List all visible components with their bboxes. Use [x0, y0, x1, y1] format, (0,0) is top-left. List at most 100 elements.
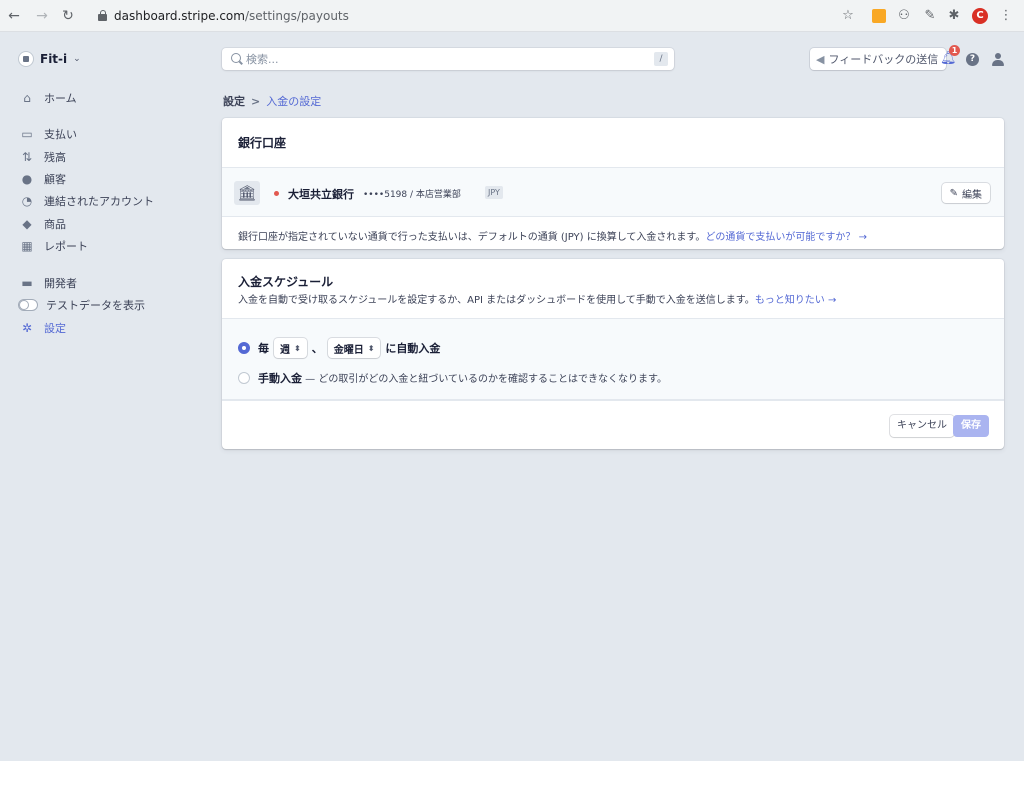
- sidebar-item-label: 顧客: [44, 173, 66, 186]
- search-input[interactable]: [246, 51, 646, 67]
- extension-icon-2[interactable]: ✎: [922, 8, 938, 24]
- day-select[interactable]: 金曜日 ⬍: [327, 338, 381, 358]
- megaphone-icon: ◀: [816, 52, 825, 66]
- save-button[interactable]: 保存: [953, 415, 989, 437]
- feedback-label: フィードバックの送信: [828, 53, 939, 66]
- edit-button[interactable]: ✎ 編集: [941, 183, 990, 203]
- lock-icon: [98, 10, 107, 21]
- dashboard: Fit-i ⌄ ⌂ ホーム ▭ 支払い ⇅ 残高 ● 顧客 ◔ 連結されたアカウ…: [0, 32, 1024, 761]
- manual-payout-option: 手動入金 — どの取引がどの入金と紐づいているのかを確認することはできなくなりま…: [258, 370, 667, 386]
- separator: 、: [311, 342, 323, 355]
- breadcrumb-separator: >: [251, 94, 261, 108]
- sidebar-item-home[interactable]: ⌂ ホーム: [20, 90, 77, 106]
- account-name: Fit-i: [40, 52, 68, 66]
- payout-schedule-card: 入金スケジュール 入金を自動で受け取るスケジュールを設定するか、API またはダ…: [222, 259, 1004, 449]
- balance-icon: ⇅: [21, 150, 33, 164]
- profile-avatar[interactable]: C: [972, 8, 988, 24]
- payments-icon: ▭: [21, 127, 33, 141]
- window-bottom-area: [0, 761, 1024, 787]
- sidebar-item-payments[interactable]: ▭ 支払い: [20, 126, 77, 142]
- developer-icon: ▬: [21, 276, 33, 290]
- sidebar-item-label: レポート: [44, 240, 88, 253]
- extension-network-icon[interactable]: ⚇: [896, 8, 912, 24]
- back-icon[interactable]: ←: [6, 8, 22, 24]
- auto-prefix: 毎: [258, 342, 269, 355]
- sidebar-item-label: 支払い: [44, 128, 77, 141]
- feedback-button[interactable]: ◀ フィードバックの送信: [810, 48, 947, 70]
- status-dot: [274, 191, 279, 196]
- search-bar[interactable]: /: [222, 48, 674, 70]
- edit-label: 編集: [962, 189, 982, 201]
- manual-label: 手動入金: [258, 372, 302, 385]
- auto-suffix: に自動入金: [385, 342, 441, 355]
- pencil-icon: ✎: [949, 187, 958, 199]
- interval-select[interactable]: 週 ⬍: [274, 338, 307, 358]
- sidebar-item-label: テストデータを表示: [46, 299, 145, 312]
- sidebar-item-label: 連結されたアカウント: [44, 195, 154, 208]
- breadcrumb-settings[interactable]: 設定: [223, 93, 245, 109]
- learn-more-link[interactable]: もっと知りたい →: [755, 295, 837, 306]
- sidebar-item-products[interactable]: ◆ 商品: [20, 216, 66, 232]
- browser-toolbar: ← → ↻ dashboard.stripe.com/settings/payo…: [0, 0, 1024, 32]
- test-data-toggle[interactable]: [18, 299, 38, 311]
- sidebar-item-label: ホーム: [44, 92, 77, 105]
- sidebar-item-customers[interactable]: ● 顧客: [20, 171, 66, 187]
- browser-menu-icon[interactable]: ⋮: [998, 8, 1014, 24]
- payout-schedule-title: 入金スケジュール: [238, 275, 334, 289]
- sidebar-item-label: 設定: [44, 322, 66, 335]
- customer-icon: ●: [21, 172, 33, 186]
- sidebar-item-label: 残高: [44, 151, 66, 164]
- extension-icon[interactable]: [872, 9, 886, 23]
- payout-schedule-header: 入金スケジュール 入金を自動で受け取るスケジュールを設定するか、API またはダ…: [222, 259, 1004, 318]
- currency-help-link[interactable]: どの通貨で支払いが可能ですか？ →: [705, 232, 867, 243]
- search-icon: [231, 53, 241, 63]
- form-actions: キャンセル 保存: [222, 400, 1004, 448]
- description-text: 入金を自動で受け取るスケジュールを設定するか、API またはダッシュボードを使用…: [238, 295, 755, 306]
- payout-schedule-description: 入金を自動で受け取るスケジュールを設定するか、API またはダッシュボードを使用…: [238, 291, 988, 306]
- url-path: /settings/payouts: [244, 9, 349, 23]
- home-icon: ⌂: [23, 91, 31, 105]
- user-icon[interactable]: [991, 52, 1005, 66]
- reload-icon[interactable]: ↻: [60, 8, 76, 24]
- day-value: 金曜日: [333, 344, 364, 356]
- bank-account-number: ••••5198 / 本店営業部: [363, 190, 461, 200]
- help-icon[interactable]: ?: [966, 53, 979, 66]
- puzzle-icon[interactable]: ✱: [946, 8, 962, 24]
- cancel-button[interactable]: キャンセル: [890, 415, 954, 437]
- updown-chevron-icon: ⬍: [294, 343, 301, 353]
- account-switcher[interactable]: Fit-i ⌄: [18, 51, 81, 67]
- manual-payout-radio[interactable]: [238, 372, 250, 384]
- product-icon: ◆: [22, 217, 32, 231]
- automatic-payout-option: 毎 週 ⬍ 、 金曜日 ⬍ に自動入金: [258, 338, 440, 358]
- bookmark-star-icon[interactable]: ☆: [840, 8, 856, 24]
- bank-account-card: 銀行口座 🏛︎ 大垣共立銀行 ••••5198 / 本店営業部 JPY ✎ 編集…: [222, 118, 1004, 249]
- sidebar-item-label: 商品: [44, 218, 66, 231]
- sidebar-item-connected-accounts[interactable]: ◔ 連結されたアカウント: [20, 193, 154, 209]
- automatic-payout-radio[interactable]: [238, 342, 250, 354]
- forward-icon[interactable]: →: [34, 8, 50, 24]
- sidebar-item-reports[interactable]: ▦ レポート: [20, 238, 88, 254]
- bank-icon: 🏛︎: [234, 181, 260, 205]
- sidebar-item-test-data-toggle[interactable]: テストデータを表示: [18, 297, 145, 313]
- breadcrumb: 設定 > 入金の設定: [223, 93, 321, 109]
- gear-icon: ✲: [21, 321, 33, 335]
- sidebar-item-balance[interactable]: ⇅ 残高: [20, 149, 66, 165]
- bank-currency-note: 銀行口座が指定されていない通貨で行った支払いは、デフォルトの通貨 (JPY) に…: [222, 217, 1004, 249]
- report-icon: ▦: [21, 239, 33, 253]
- chevron-down-icon: ⌄: [73, 54, 81, 64]
- sidebar-item-settings[interactable]: ✲ 設定: [20, 320, 66, 336]
- currency-badge: JPY: [485, 186, 503, 199]
- bank-note-text: 銀行口座が指定されていない通貨で行った支払いは、デフォルトの通貨 (JPY) に…: [238, 232, 706, 243]
- breadcrumb-current: 入金の設定: [266, 95, 322, 108]
- payout-schedule-options: 毎 週 ⬍ 、 金曜日 ⬍ に自動入金 手動入金 — どの取引がどの入金と紐づい…: [222, 318, 1004, 400]
- interval-value: 週: [280, 344, 290, 356]
- sidebar-item-label: 開発者: [44, 277, 77, 290]
- search-shortcut-key: /: [654, 52, 668, 66]
- bank-account-row: 🏛︎ 大垣共立銀行 ••••5198 / 本店営業部 JPY ✎ 編集: [222, 167, 1004, 217]
- address-bar[interactable]: dashboard.stripe.com/settings/payouts: [90, 4, 830, 28]
- sidebar-item-developers[interactable]: ▬ 開発者: [20, 275, 77, 291]
- account-logo: [18, 51, 34, 67]
- connected-accounts-icon: ◔: [21, 194, 33, 208]
- updown-chevron-icon: ⬍: [367, 343, 375, 353]
- notification-badge: 1: [949, 45, 960, 56]
